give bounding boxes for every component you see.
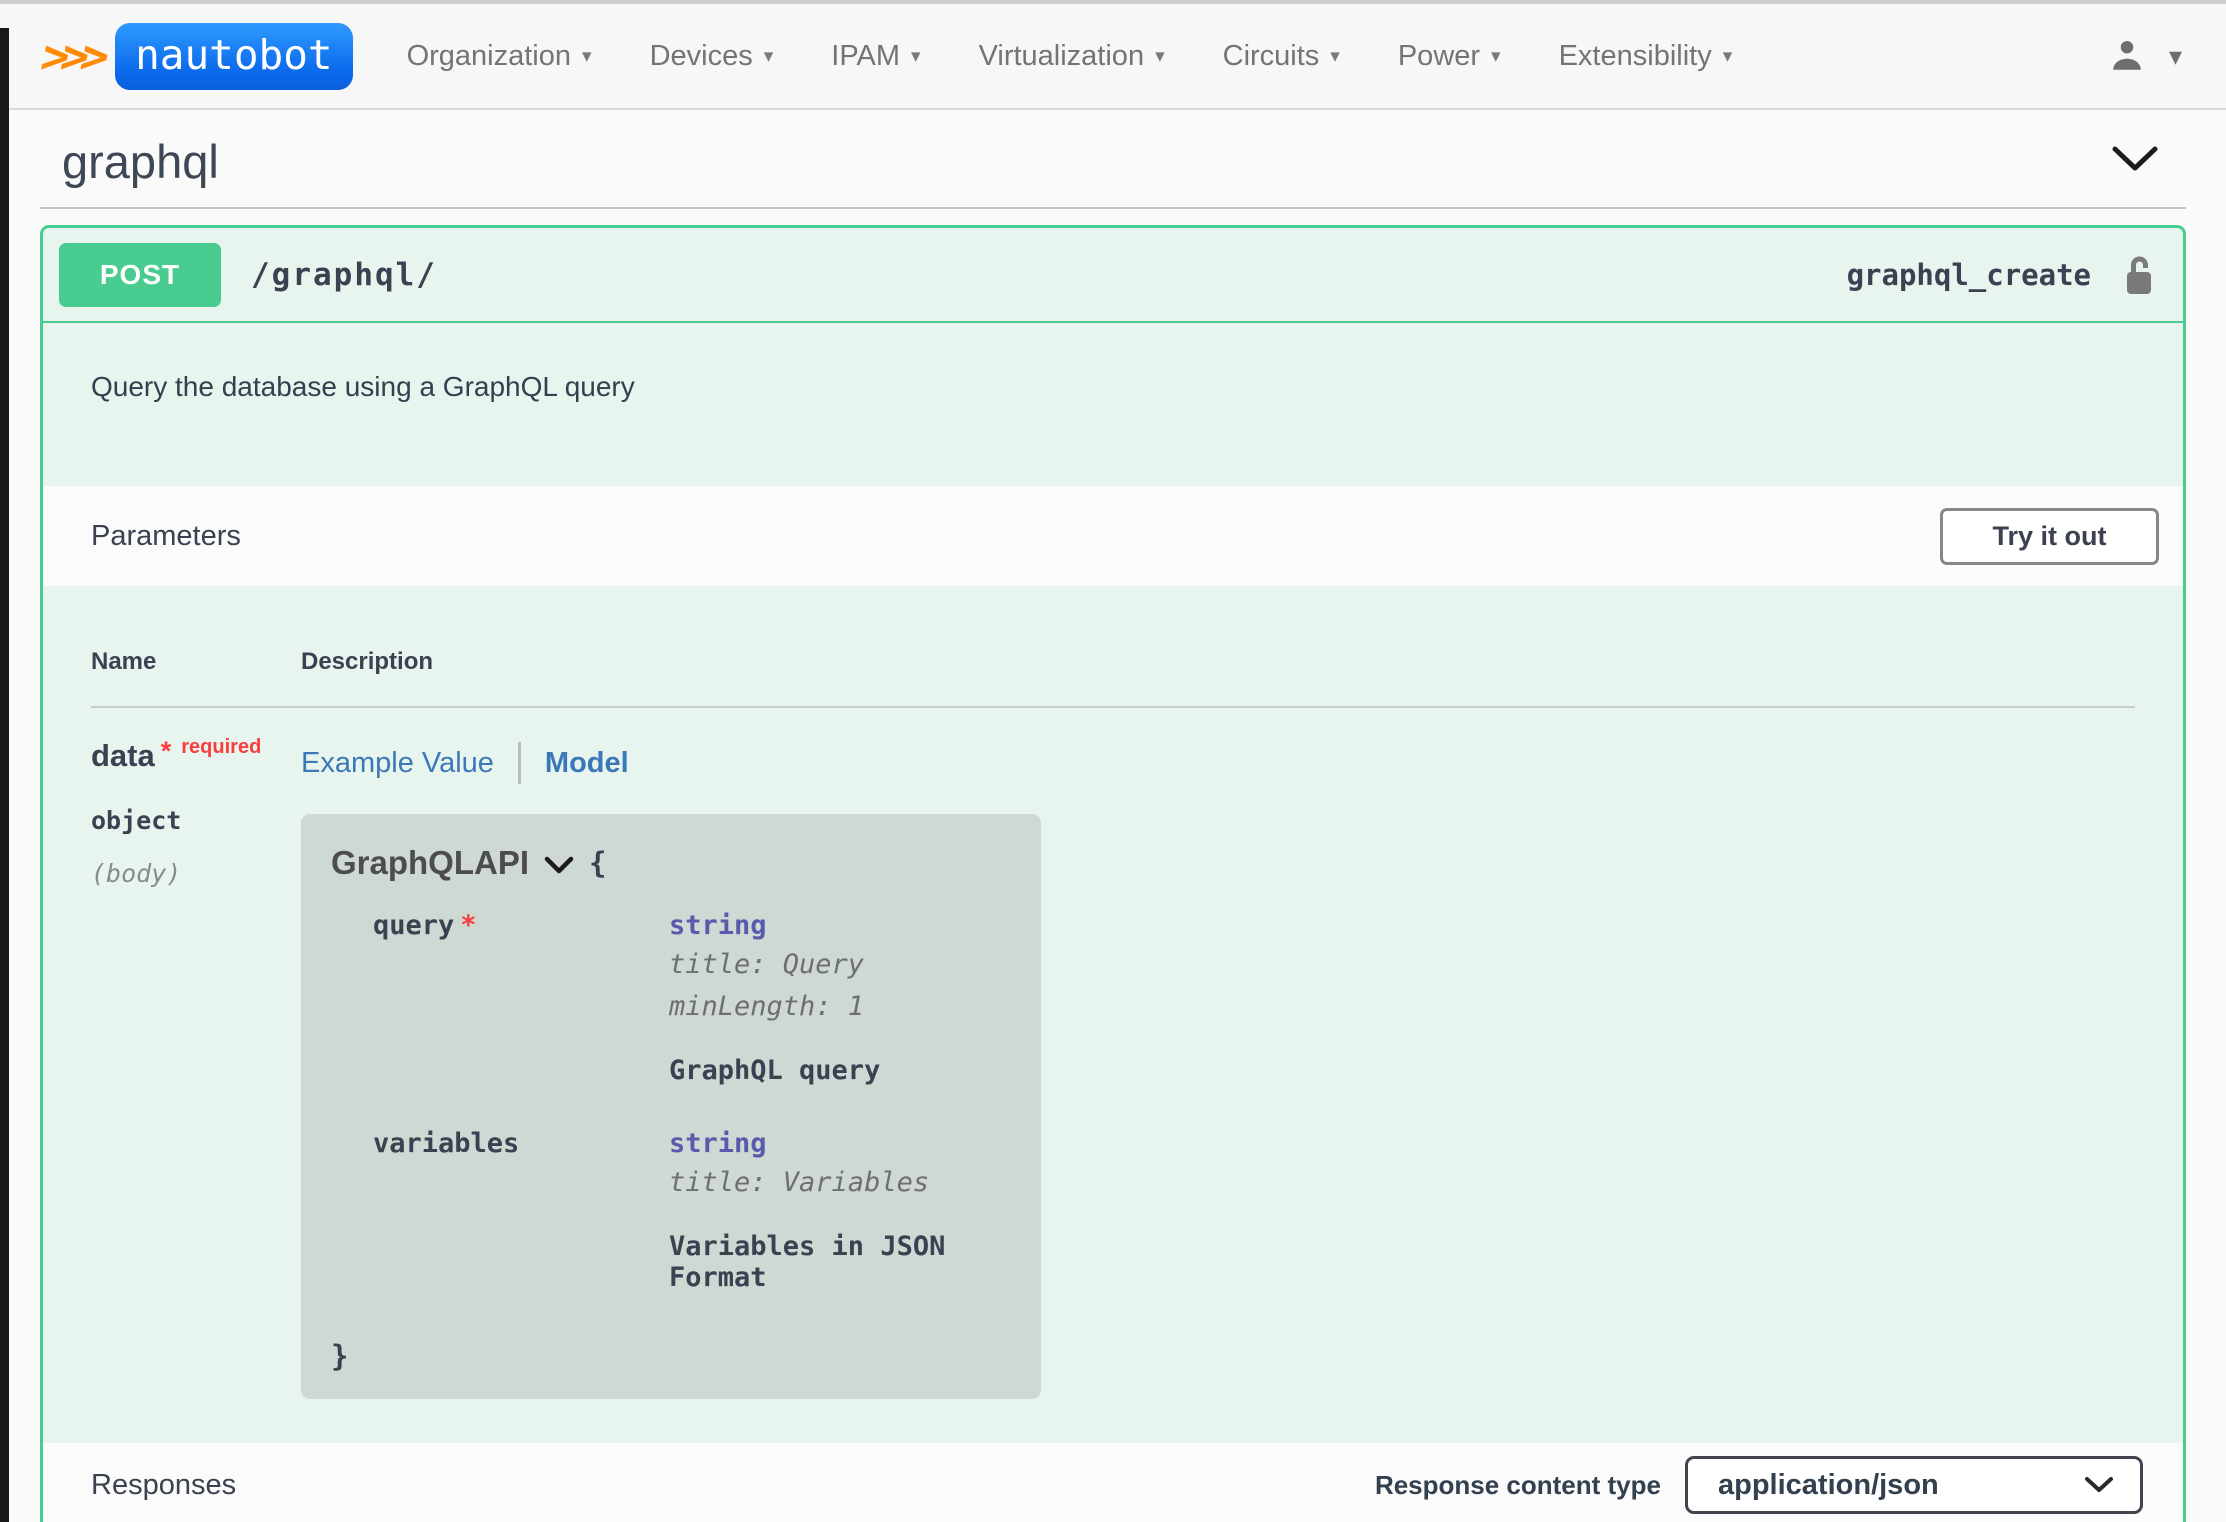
collapse-section-button[interactable] — [2106, 138, 2164, 185]
parameter-name-cell: data * required object (body) — [91, 736, 301, 1399]
property-detail-cell: string title: Variables Variables in JSO… — [669, 1128, 1011, 1293]
nav-item-devices[interactable]: Devices ▾ — [650, 40, 774, 73]
tab-divider — [517, 742, 521, 784]
parameter-type: object — [91, 806, 182, 835]
column-header-name: Name — [91, 648, 157, 675]
nav-item-organization[interactable]: Organization ▾ — [407, 40, 592, 73]
chevron-down-icon — [2112, 146, 2158, 171]
response-content-type-group: Response content type application/json — [1375, 1456, 2143, 1514]
nav-item-extensibility[interactable]: Extensibility ▾ — [1559, 40, 1733, 73]
navbar: >>> nautobot Organization ▾ Devices ▾ IP… — [0, 4, 2226, 110]
property-meta: title: Query — [669, 949, 865, 980]
model-properties: query * string title: Query minLength: 1 … — [331, 910, 1011, 1293]
response-content-type-select[interactable]: application/json — [1685, 1456, 2143, 1514]
tab-model[interactable]: Model — [545, 747, 629, 780]
window-edge — [0, 28, 9, 1522]
property-meta: minLength: 1 — [669, 991, 865, 1022]
page-title: graphql — [62, 135, 219, 188]
collapse-model-button[interactable] — [543, 855, 575, 875]
open-brace: { — [589, 846, 607, 880]
user-icon — [2113, 40, 2141, 70]
schema-tabs: Example Value Model — [301, 742, 1041, 784]
property-detail-cell: string title: Query minLength: 1 GraphQL… — [669, 910, 880, 1086]
property-name: query — [373, 910, 455, 941]
opblock-summary[interactable]: POST /graphql/ graphql_create — [43, 228, 2183, 323]
nav-item-virtualization[interactable]: Virtualization ▾ — [979, 40, 1165, 73]
required-asterisk: * — [160, 736, 172, 766]
property-meta: title: Variables — [669, 1167, 930, 1198]
chevron-down-icon — [544, 856, 574, 874]
required-asterisk: * — [460, 910, 477, 941]
chevron-down-icon: ▾ — [582, 45, 592, 67]
property-name: variables — [373, 1128, 520, 1159]
parameters-table-head: Name Description — [91, 648, 2135, 676]
model-title-row: GraphQLAPI { — [331, 844, 1011, 882]
chevron-down-icon: ▾ — [1155, 45, 1165, 67]
property-type: string — [669, 1128, 767, 1159]
parameter-name: data — [91, 738, 155, 773]
parameter-location: (body) — [91, 859, 182, 888]
table-head-divider — [91, 706, 2135, 708]
property-type: string — [669, 910, 767, 941]
nautobot-logo[interactable]: nautobot — [115, 22, 353, 90]
tag-divider — [40, 207, 2186, 209]
parameter-row-data: data * required object (body) Example Va… — [91, 736, 2135, 1399]
chevron-down-icon: ▾ — [1491, 45, 1501, 67]
chevron-down-icon: ▾ — [911, 45, 921, 67]
nav-item-ipam[interactable]: IPAM ▾ — [831, 40, 920, 73]
response-content-type-label: Response content type — [1374, 1469, 1661, 1500]
endpoint-description: Query the database using a GraphQL query — [91, 371, 635, 402]
parameter-description-cell: Example Value Model GraphQLAPI {query *… — [301, 738, 1041, 1399]
nav-item-power[interactable]: Power ▾ — [1398, 40, 1501, 73]
parameters-table: Name Description data * required object … — [43, 586, 2183, 1443]
selected-content-type: application/json — [1718, 1468, 1939, 1501]
main-nav: Organization ▾ Devices ▾ IPAM ▾ Virtuali… — [407, 40, 1733, 73]
chevron-down-icon: ▾ — [1330, 45, 1340, 67]
opblock-post-graphql: POST /graphql/ graphql_create Query the … — [40, 225, 2186, 1522]
model-property-variables: variables string title: Variables Variab… — [373, 1128, 1011, 1293]
swagger-page: >>> nautobot Organization ▾ Devices ▾ IP… — [0, 0, 2226, 1522]
chevron-down-icon: ▾ — [763, 45, 774, 67]
property-description: Variables in JSON Format — [669, 1231, 946, 1293]
model-property-query: query * string title: Query minLength: 1 … — [373, 910, 1011, 1086]
main-content: graphql POST /graphql/ graphql_create Qu… — [0, 110, 2226, 1522]
responses-title: Responses — [91, 1468, 237, 1501]
responses-header: Responses Response content type applicat… — [43, 1443, 2183, 1522]
nautobot-brand[interactable]: >>> nautobot — [36, 22, 353, 90]
property-description: GraphQL query — [669, 1055, 881, 1086]
method-badge[interactable]: POST — [59, 242, 221, 307]
unlock-icon — [2127, 256, 2151, 294]
user-menu[interactable]: ▾ — [2105, 34, 2196, 78]
model-box: GraphQLAPI {query * string title: Query… — [301, 814, 1041, 1399]
nav-item-circuits[interactable]: Circuits ▾ — [1223, 40, 1340, 73]
required-label: required — [181, 736, 262, 758]
chevron-down-icon — [2085, 1477, 2113, 1492]
endpoint-path[interactable]: /graphql/ — [251, 257, 437, 293]
parameters-header: Parameters Try it out — [43, 486, 2183, 586]
close-brace: } — [331, 1339, 349, 1373]
column-header-description: Description — [301, 648, 434, 675]
logo-chevrons-icon: >>> — [36, 29, 107, 83]
try-it-out-button[interactable]: Try it out — [1940, 507, 2159, 565]
chevron-down-icon: ▾ — [2168, 40, 2182, 71]
model-title: GraphQLAPI — [331, 844, 530, 881]
authorize-button[interactable] — [2121, 252, 2157, 298]
property-name-cell: variables — [373, 1128, 669, 1293]
tag-header: graphql — [40, 110, 2186, 207]
chevron-down-icon: ▾ — [1722, 45, 1733, 67]
operation-id: graphql_create — [1846, 257, 2091, 292]
property-name-cell: query * — [373, 910, 669, 1086]
tab-example-value[interactable]: Example Value — [301, 747, 494, 780]
parameters-title: Parameters — [91, 519, 241, 552]
